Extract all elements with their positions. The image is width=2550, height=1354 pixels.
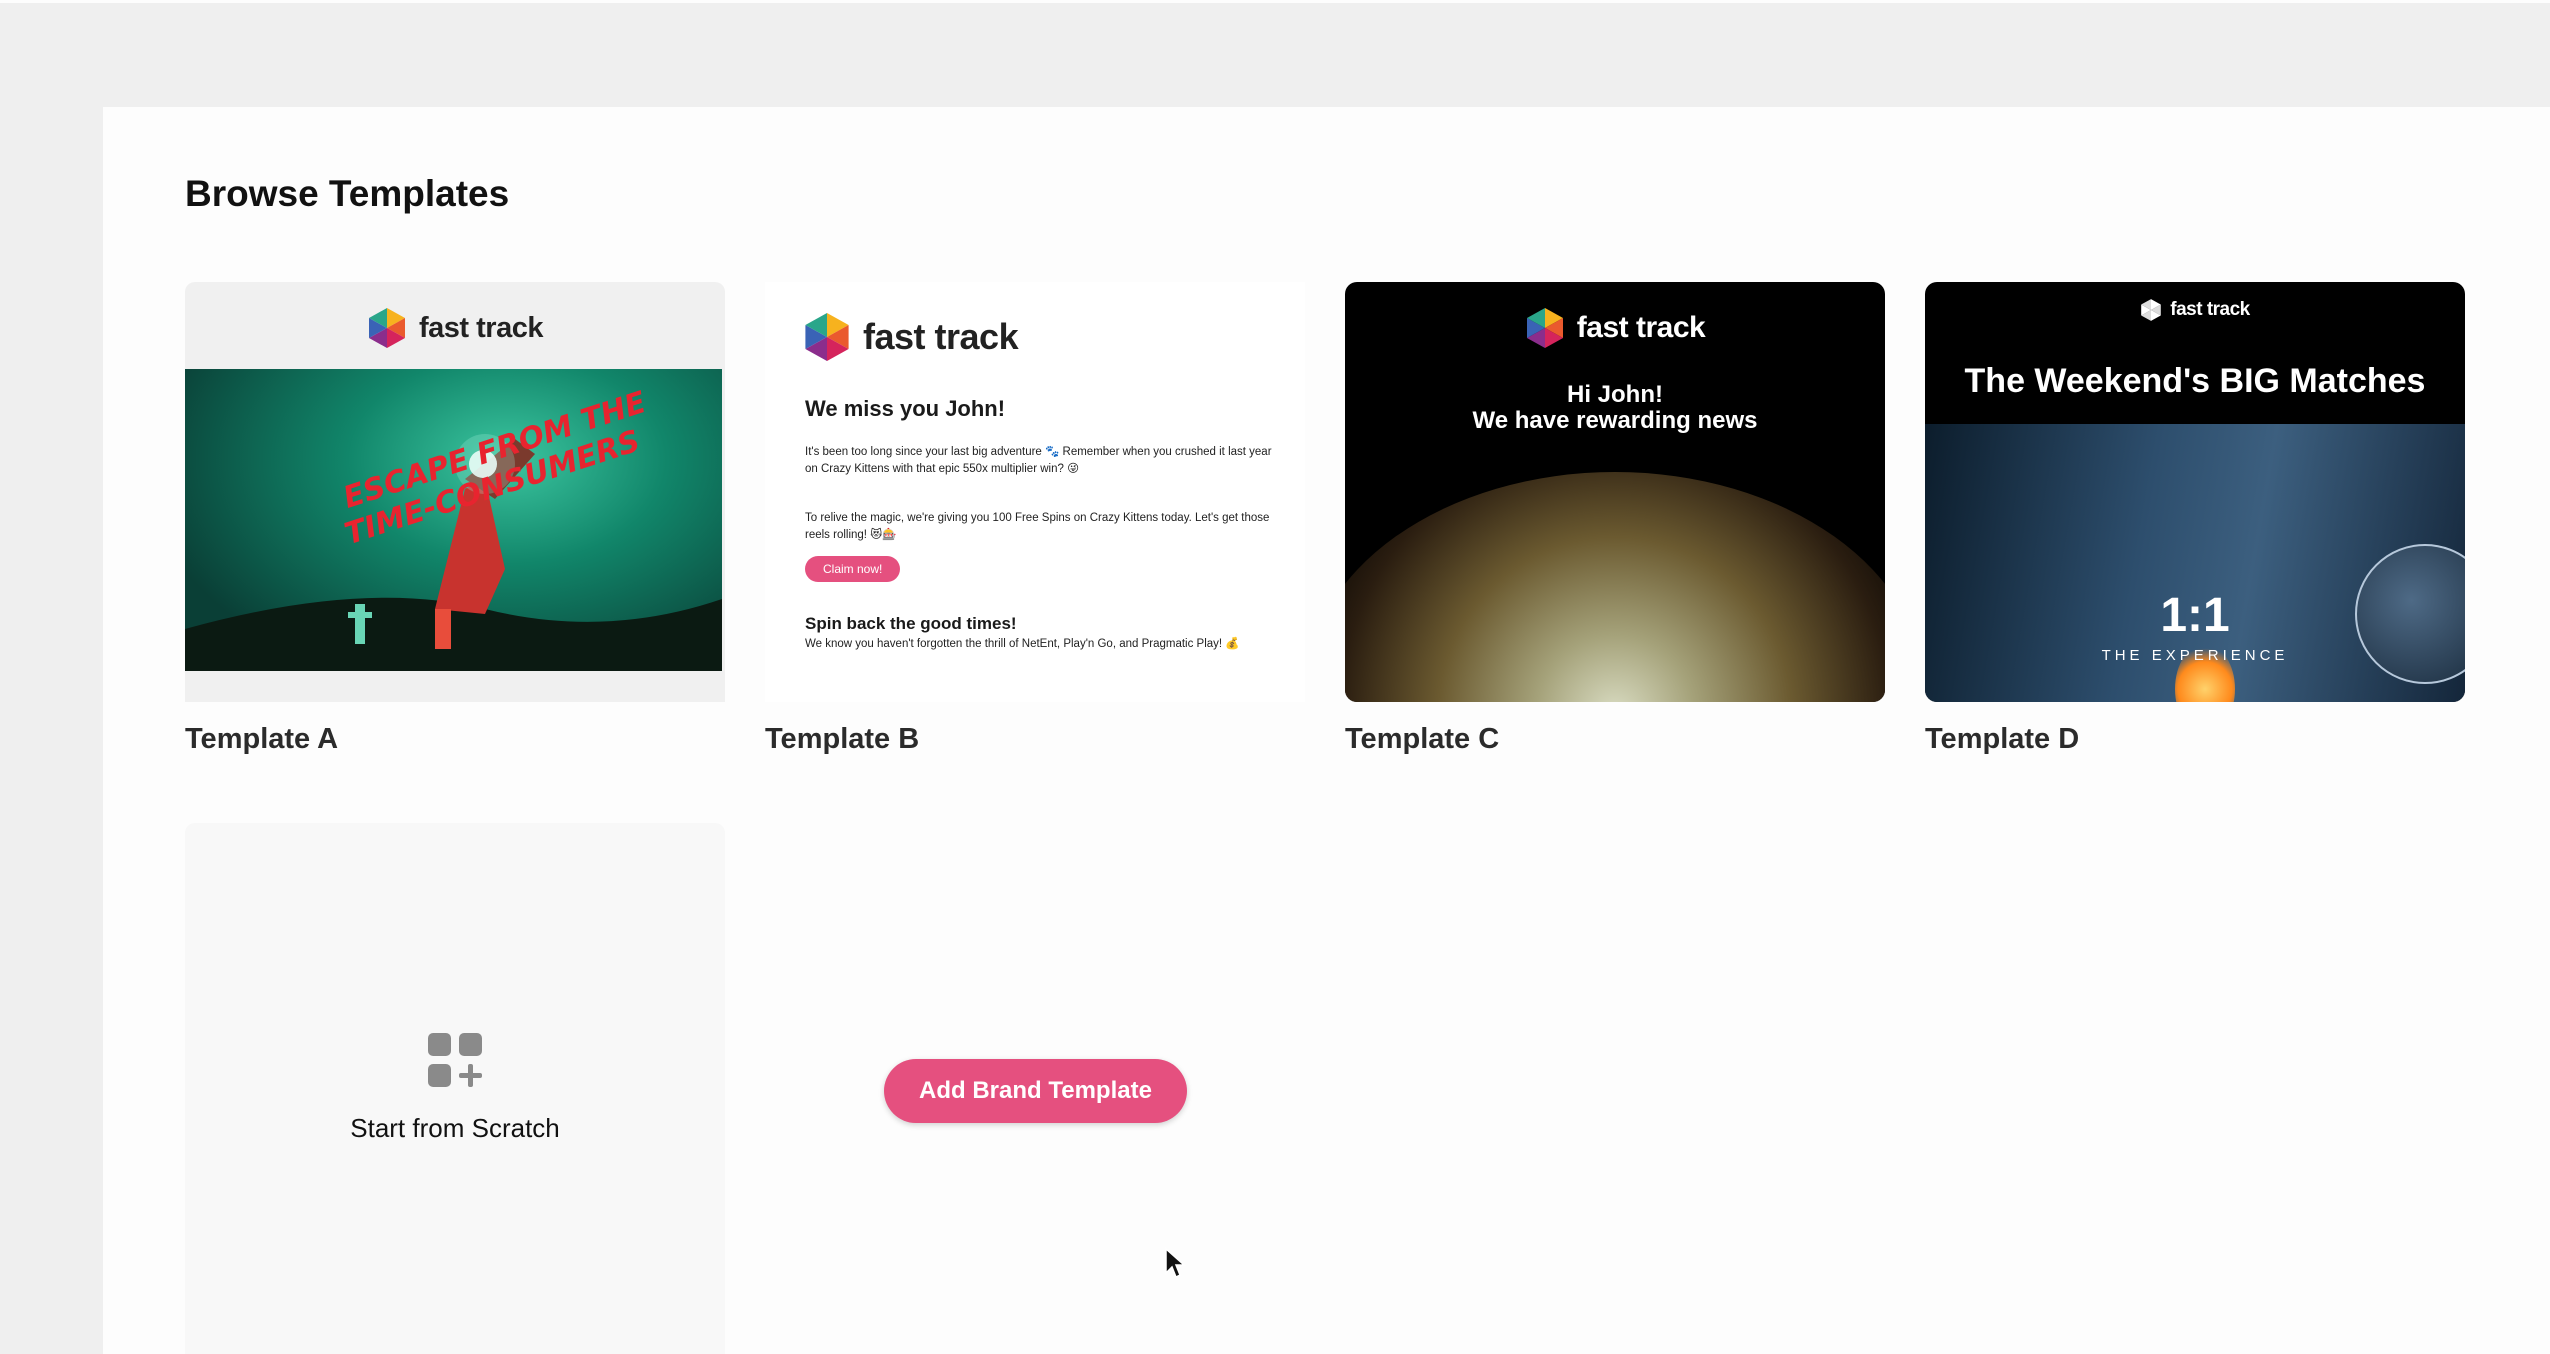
template-a-artwork: ESCAPE FROM THE TIME-CONSUMERS	[185, 369, 722, 671]
fast-track-logo: fast track	[1925, 298, 2465, 322]
template-card-b[interactable]: fast track We miss you John! It's been t…	[765, 282, 1305, 755]
email-paragraph-2: To relive the magic, we're giving you 10…	[805, 512, 1270, 541]
hexagon-logo-icon	[805, 313, 849, 361]
template-a-label: Template A	[185, 723, 339, 755]
email-paragraph-3: We know you haven't forgotten the thrill…	[805, 638, 1240, 650]
promo-number: 1:1	[2160, 589, 2230, 642]
template-c-label: Template C	[1345, 723, 1500, 755]
template-card-d[interactable]: fast track The Weekend's BIG Matches 1:1…	[1925, 282, 2465, 755]
start-from-scratch-label: Start from Scratch	[350, 1113, 560, 1143]
template-b-label: Template B	[765, 723, 920, 755]
template-c-artwork	[1345, 472, 1885, 702]
hexagon-logo-icon	[369, 308, 406, 348]
grid-plus-icon	[428, 1033, 482, 1087]
template-card-a[interactable]: fast track ESCAPE FROM THE TIME-CONSUMER…	[185, 282, 725, 755]
hexagon-logo-icon	[1526, 308, 1563, 348]
fast-track-logo: fast track	[803, 310, 1019, 364]
fast-track-logo: fast track	[1345, 306, 1885, 350]
mouse-cursor-icon	[1165, 1247, 1186, 1279]
logo-text: fast track	[2170, 299, 2250, 320]
promo-subtitle: THE EXPERIENCE	[2101, 647, 2289, 664]
email-headline: Hi John! We have rewarding news	[1345, 382, 1885, 434]
top-border	[0, 0, 2550, 3]
fast-track-logo: fast track	[185, 306, 725, 350]
email-subheadline: Spin back the good times!	[805, 614, 1017, 633]
start-from-scratch-card[interactable]: Start from Scratch	[185, 823, 725, 1354]
template-a-thumbnail[interactable]: fast track ESCAPE FROM THE TIME-CONSUMER…	[185, 282, 725, 702]
template-card-c[interactable]: fast track Hi John! We have rewarding ne…	[1345, 282, 1885, 755]
template-d-thumbnail[interactable]: fast track The Weekend's BIG Matches 1:1…	[1925, 282, 2465, 702]
template-b-thumbnail[interactable]: fast track We miss you John! It's been t…	[765, 282, 1305, 702]
page-title: Browse Templates	[185, 173, 510, 214]
email-headline: The Weekend's BIG Matches	[1964, 362, 2426, 400]
headline-line-1: Hi John!	[1567, 381, 1663, 408]
headline-line-2: We have rewarding news	[1472, 407, 1758, 434]
add-brand-template-button[interactable]: Add Brand Template	[884, 1059, 1187, 1123]
template-d-label: Template D	[1925, 723, 2080, 755]
logo-text: fast track	[863, 316, 1019, 357]
hexagon-logo-icon	[2141, 299, 2162, 321]
logo-text: fast track	[1576, 311, 1706, 344]
logo-text: fast track	[419, 311, 543, 344]
templates-panel: Browse Templates fast track ESCAPE FROM …	[103, 107, 2550, 1354]
email-paragraph-1: It's been too long since your last big a…	[805, 446, 1272, 475]
claim-now-button: Claim now!	[805, 556, 901, 582]
template-c-thumbnail[interactable]: fast track Hi John! We have rewarding ne…	[1345, 282, 1885, 702]
escape-poster-illustration: ESCAPE FROM THE TIME-CONSUMERS	[185, 385, 722, 671]
email-headline: We miss you John!	[805, 396, 1006, 421]
